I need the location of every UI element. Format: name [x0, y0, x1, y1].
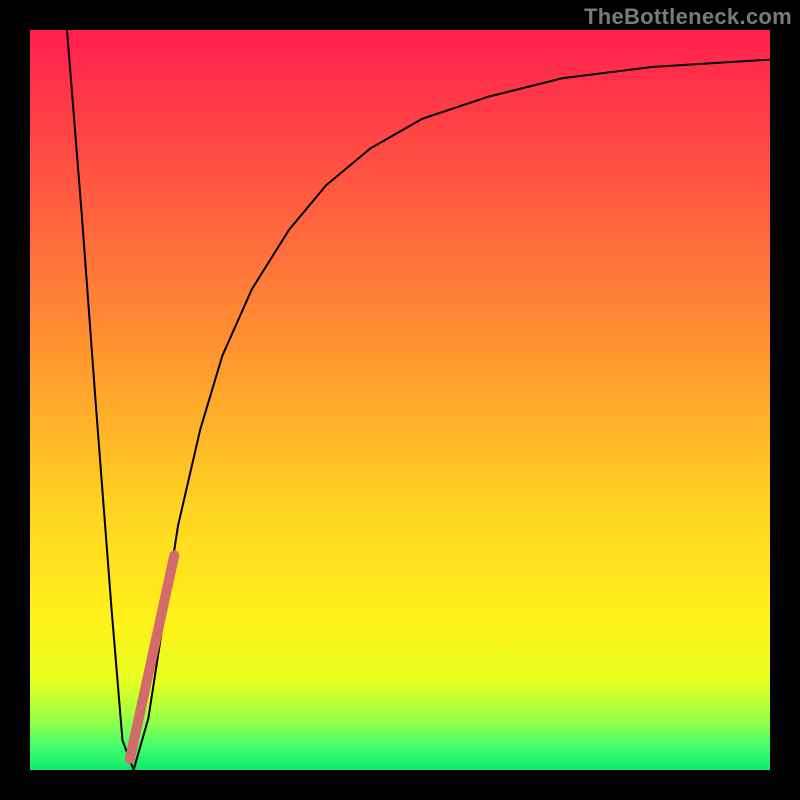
- plot-area: [30, 30, 770, 770]
- watermark-text: TheBottleneck.com: [584, 4, 792, 30]
- series-highlight-segment: [130, 555, 174, 759]
- series-bottleneck-curve: [67, 30, 770, 770]
- chart-frame: TheBottleneck.com: [0, 0, 800, 800]
- chart-svg: [30, 30, 770, 770]
